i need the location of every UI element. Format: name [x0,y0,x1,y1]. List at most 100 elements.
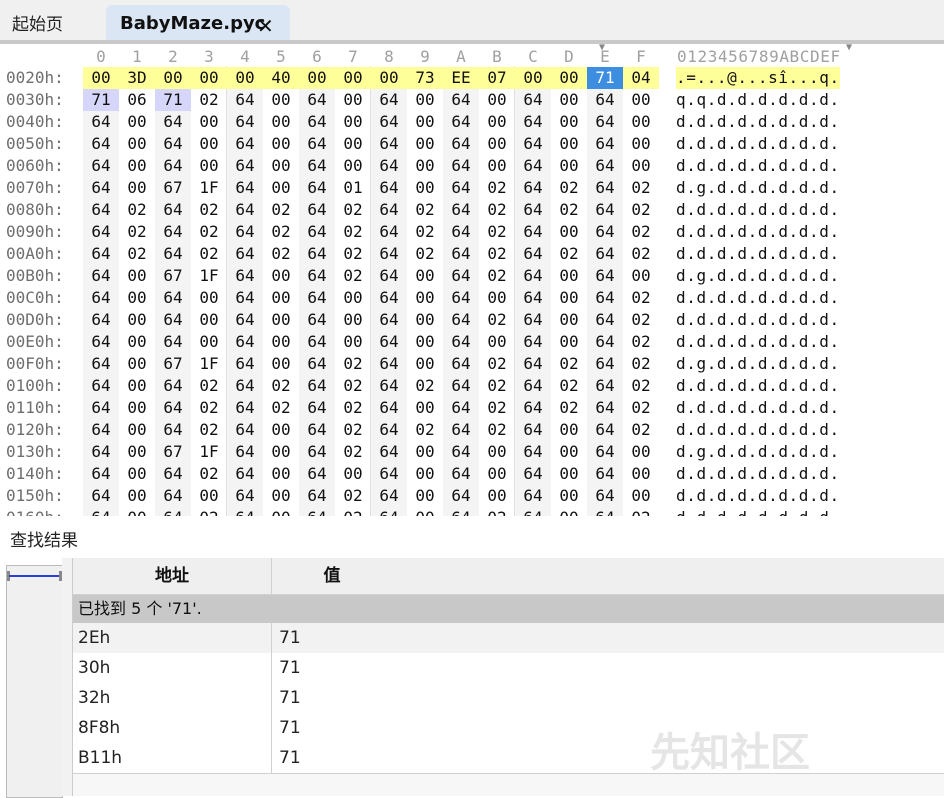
hex-byte[interactable]: 64 [587,111,623,133]
hex-byte[interactable]: 02 [335,419,371,441]
hex-byte[interactable]: 64 [587,287,623,309]
hex-byte[interactable]: 64 [371,397,407,419]
hex-byte[interactable]: 00 [263,419,299,441]
column-header-address[interactable]: 地址 [73,558,272,594]
hex-byte[interactable]: 64 [227,199,263,221]
close-icon[interactable]: ✕ [257,14,274,38]
hex-byte[interactable]: 00 [407,485,443,507]
hex-byte[interactable]: 00 [623,441,659,463]
hex-byte[interactable]: 02 [623,397,659,419]
hex-byte[interactable]: 00 [407,111,443,133]
hex-byte[interactable]: 02 [623,309,659,331]
hex-byte[interactable]: 64 [587,463,623,485]
hex-byte[interactable]: 00 [191,287,227,309]
hex-byte[interactable]: 02 [551,353,587,375]
hex-byte[interactable]: 02 [263,221,299,243]
hex-byte[interactable]: 64 [443,463,479,485]
hex-byte[interactable]: 64 [299,375,335,397]
hex-byte[interactable]: 64 [83,463,119,485]
result-row[interactable]: B11h 71 [73,743,944,774]
hex-byte[interactable]: 02 [479,265,515,287]
hex-row-ascii[interactable]: d.g.d.d.d.d.d.d. [676,441,840,463]
hex-byte[interactable]: 64 [515,243,551,265]
hex-byte[interactable]: 00 [407,331,443,353]
hex-byte[interactable]: 00 [335,133,371,155]
hex-byte[interactable]: 64 [83,155,119,177]
hex-byte[interactable]: 00 [623,111,659,133]
hex-byte[interactable]: 02 [191,419,227,441]
hex-byte[interactable]: 64 [443,243,479,265]
result-row[interactable]: 8F8h 71 [73,713,944,744]
hex-byte[interactable]: 00 [551,507,587,516]
hex-byte[interactable]: 00 [515,67,551,89]
hex-byte[interactable]: 64 [371,177,407,199]
hex-byte[interactable]: 04 [623,67,659,89]
hex-byte[interactable]: 00 [119,375,155,397]
hex-byte[interactable]: 00 [299,67,335,89]
hex-byte[interactable]: 64 [299,353,335,375]
hex-row-ascii[interactable]: d.d.d.d.d.d.d.d. [676,199,840,221]
hex-byte[interactable]: 64 [227,441,263,463]
hex-byte[interactable]: 00 [407,177,443,199]
hex-byte[interactable]: 02 [623,419,659,441]
hex-byte[interactable]: 64 [443,441,479,463]
hex-byte[interactable]: 00 [263,111,299,133]
hex-byte[interactable]: 02 [191,375,227,397]
hex-byte[interactable]: 02 [191,397,227,419]
hex-byte[interactable]: 02 [623,375,659,397]
hex-byte[interactable]: 00 [407,155,443,177]
hex-byte[interactable]: 00 [623,89,659,111]
hex-byte[interactable]: 64 [587,133,623,155]
hex-byte[interactable]: 1F [191,265,227,287]
hex-byte[interactable]: 02 [623,331,659,353]
hex-byte[interactable]: 64 [299,485,335,507]
hex-row-ascii[interactable]: d.g.d.d.d.d.d.d. [676,177,840,199]
hex-byte[interactable]: 64 [155,485,191,507]
hex-byte[interactable]: 64 [587,419,623,441]
hex-byte[interactable]: 00 [551,221,587,243]
hex-byte[interactable]: 02 [551,243,587,265]
hex-byte[interactable]: 00 [479,89,515,111]
hex-byte[interactable]: 64 [515,221,551,243]
hex-byte[interactable]: 02 [551,177,587,199]
hex-byte[interactable]: 00 [119,353,155,375]
hex-byte[interactable]: 00 [551,441,587,463]
hex-byte[interactable]: 64 [155,221,191,243]
hex-byte[interactable]: 00 [551,485,587,507]
hex-row-ascii[interactable]: d.d.d.d.d.d.d.d. [676,287,840,309]
hex-row-ascii[interactable]: d.d.d.d.d.d.d.d. [676,155,840,177]
hex-byte[interactable]: 00 [191,485,227,507]
hex-byte[interactable]: 64 [155,111,191,133]
hex-byte[interactable]: 02 [119,221,155,243]
hex-byte[interactable]: 64 [587,397,623,419]
hex-byte[interactable]: 71 [155,89,191,111]
hex-byte[interactable]: 71 [587,67,623,89]
hex-byte[interactable]: 64 [515,397,551,419]
hex-byte[interactable]: 02 [479,309,515,331]
hex-byte[interactable]: 64 [299,309,335,331]
hex-byte[interactable]: 64 [83,419,119,441]
hex-byte[interactable]: 00 [407,287,443,309]
hex-byte[interactable]: 64 [299,133,335,155]
hex-byte[interactable]: 00 [119,309,155,331]
hex-byte[interactable]: 02 [335,265,371,287]
hex-byte[interactable]: 00 [479,133,515,155]
hex-byte[interactable]: 02 [407,199,443,221]
hex-byte[interactable]: 64 [227,507,263,516]
hex-byte[interactable]: 64 [371,243,407,265]
hex-byte[interactable]: 00 [551,265,587,287]
hex-byte[interactable]: 64 [443,199,479,221]
hex-byte[interactable]: 00 [263,177,299,199]
hex-byte[interactable]: 00 [263,133,299,155]
hex-byte[interactable]: 00 [551,419,587,441]
hex-byte[interactable]: 64 [371,221,407,243]
hex-byte[interactable]: 3D [119,67,155,89]
hex-byte[interactable]: 64 [227,331,263,353]
hex-byte[interactable]: 00 [479,463,515,485]
hex-byte[interactable]: 02 [191,199,227,221]
hex-byte[interactable]: 00 [335,155,371,177]
hex-byte[interactable]: 00 [551,133,587,155]
hex-byte[interactable]: 64 [371,309,407,331]
hex-byte[interactable]: 64 [83,309,119,331]
hex-byte[interactable]: 00 [155,67,191,89]
